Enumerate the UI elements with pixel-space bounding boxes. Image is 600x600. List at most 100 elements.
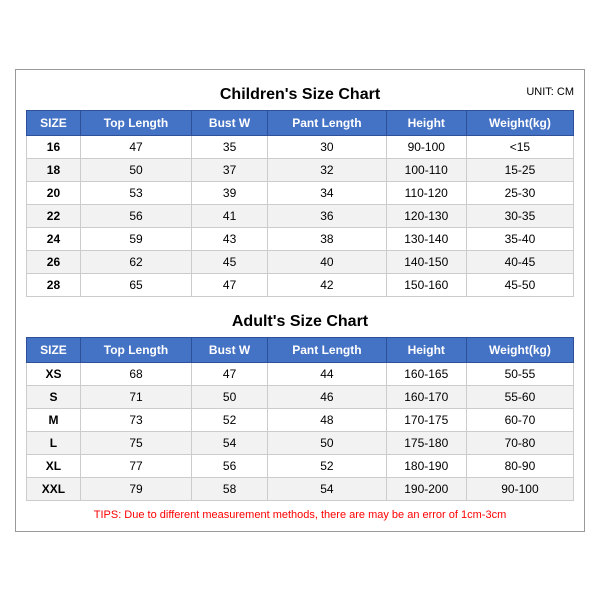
adults-header-cell: Weight(kg)	[466, 337, 573, 362]
table-cell: 90-100	[466, 477, 573, 500]
table-cell: 140-150	[386, 250, 466, 273]
table-cell: 41	[192, 204, 268, 227]
table-cell: 56	[80, 204, 191, 227]
table-cell: XS	[27, 362, 81, 385]
adults-chart-title: Adult's Size Chart	[26, 307, 574, 333]
table-cell: 26	[27, 250, 81, 273]
table-cell: 43	[192, 227, 268, 250]
table-cell: 50-55	[466, 362, 573, 385]
table-cell: 50	[192, 385, 268, 408]
table-cell: 190-200	[386, 477, 466, 500]
table-cell: 45-50	[466, 273, 573, 296]
table-cell: 100-110	[386, 158, 466, 181]
table-row: XL775652180-19080-90	[27, 454, 574, 477]
table-cell: 62	[80, 250, 191, 273]
table-cell: 47	[80, 135, 191, 158]
children-chart-title: Children's Size Chart UNIT: CM	[26, 80, 574, 106]
adults-header-cell: Height	[386, 337, 466, 362]
table-cell: XXL	[27, 477, 81, 500]
table-cell: 160-170	[386, 385, 466, 408]
table-cell: 42	[268, 273, 386, 296]
table-cell: 20	[27, 181, 81, 204]
table-cell: 54	[268, 477, 386, 500]
table-cell: 120-130	[386, 204, 466, 227]
table-cell: 70-80	[466, 431, 573, 454]
adults-title-text: Adult's Size Chart	[232, 313, 368, 330]
table-cell: 90-100	[386, 135, 466, 158]
table-cell: <15	[466, 135, 573, 158]
table-cell: L	[27, 431, 81, 454]
table-row: 20533934110-12025-30	[27, 181, 574, 204]
adults-header-cell: Top Length	[80, 337, 191, 362]
table-cell: 48	[268, 408, 386, 431]
table-cell: 79	[80, 477, 191, 500]
table-cell: 46	[268, 385, 386, 408]
adults-header-row: SIZETop LengthBust WPant LengthHeightWei…	[27, 337, 574, 362]
table-cell: 24	[27, 227, 81, 250]
table-cell: 35-40	[466, 227, 573, 250]
table-cell: 50	[80, 158, 191, 181]
table-cell: 38	[268, 227, 386, 250]
table-row: 26624540140-15040-45	[27, 250, 574, 273]
table-cell: 58	[192, 477, 268, 500]
table-row: XXL795854190-20090-100	[27, 477, 574, 500]
table-row: 1647353090-100<15	[27, 135, 574, 158]
table-cell: 15-25	[466, 158, 573, 181]
adults-size-table: SIZETop LengthBust WPant LengthHeightWei…	[26, 337, 574, 501]
size-chart-container: Children's Size Chart UNIT: CM SIZETop L…	[15, 69, 585, 532]
table-cell: 50	[268, 431, 386, 454]
table-cell: 54	[192, 431, 268, 454]
table-row: 24594338130-14035-40	[27, 227, 574, 250]
table-cell: 34	[268, 181, 386, 204]
table-row: S715046160-17055-60	[27, 385, 574, 408]
table-cell: 60-70	[466, 408, 573, 431]
table-row: 18503732100-11015-25	[27, 158, 574, 181]
table-cell: 32	[268, 158, 386, 181]
children-header-cell: Height	[386, 110, 466, 135]
table-cell: S	[27, 385, 81, 408]
children-header-cell: Weight(kg)	[466, 110, 573, 135]
table-cell: 180-190	[386, 454, 466, 477]
table-cell: 175-180	[386, 431, 466, 454]
table-cell: 18	[27, 158, 81, 181]
table-cell: 170-175	[386, 408, 466, 431]
table-cell: 59	[80, 227, 191, 250]
table-cell: 28	[27, 273, 81, 296]
table-cell: 39	[192, 181, 268, 204]
tips-text: TIPS: Due to different measurement metho…	[26, 509, 574, 521]
adults-header-cell: Pant Length	[268, 337, 386, 362]
adults-header-cell: Bust W	[192, 337, 268, 362]
table-cell: 52	[192, 408, 268, 431]
table-cell: 56	[192, 454, 268, 477]
table-cell: 52	[268, 454, 386, 477]
table-row: XS684744160-16550-55	[27, 362, 574, 385]
table-cell: 25-30	[466, 181, 573, 204]
table-cell: 73	[80, 408, 191, 431]
table-cell: 68	[80, 362, 191, 385]
children-size-table: SIZETop LengthBust WPant LengthHeightWei…	[26, 110, 574, 297]
table-cell: 75	[80, 431, 191, 454]
children-header-cell: Top Length	[80, 110, 191, 135]
table-cell: 37	[192, 158, 268, 181]
table-cell: 30-35	[466, 204, 573, 227]
children-title-text: Children's Size Chart	[220, 86, 380, 103]
children-header-cell: Pant Length	[268, 110, 386, 135]
table-cell: 44	[268, 362, 386, 385]
table-cell: 65	[80, 273, 191, 296]
table-row: L755450175-18070-80	[27, 431, 574, 454]
table-cell: 130-140	[386, 227, 466, 250]
table-cell: M	[27, 408, 81, 431]
table-cell: 16	[27, 135, 81, 158]
table-cell: 40	[268, 250, 386, 273]
table-cell: 150-160	[386, 273, 466, 296]
table-cell: 22	[27, 204, 81, 227]
table-row: 28654742150-16045-50	[27, 273, 574, 296]
table-cell: XL	[27, 454, 81, 477]
children-header-cell: Bust W	[192, 110, 268, 135]
table-cell: 80-90	[466, 454, 573, 477]
table-cell: 55-60	[466, 385, 573, 408]
table-cell: 47	[192, 273, 268, 296]
table-cell: 47	[192, 362, 268, 385]
table-cell: 71	[80, 385, 191, 408]
children-header-row: SIZETop LengthBust WPant LengthHeightWei…	[27, 110, 574, 135]
